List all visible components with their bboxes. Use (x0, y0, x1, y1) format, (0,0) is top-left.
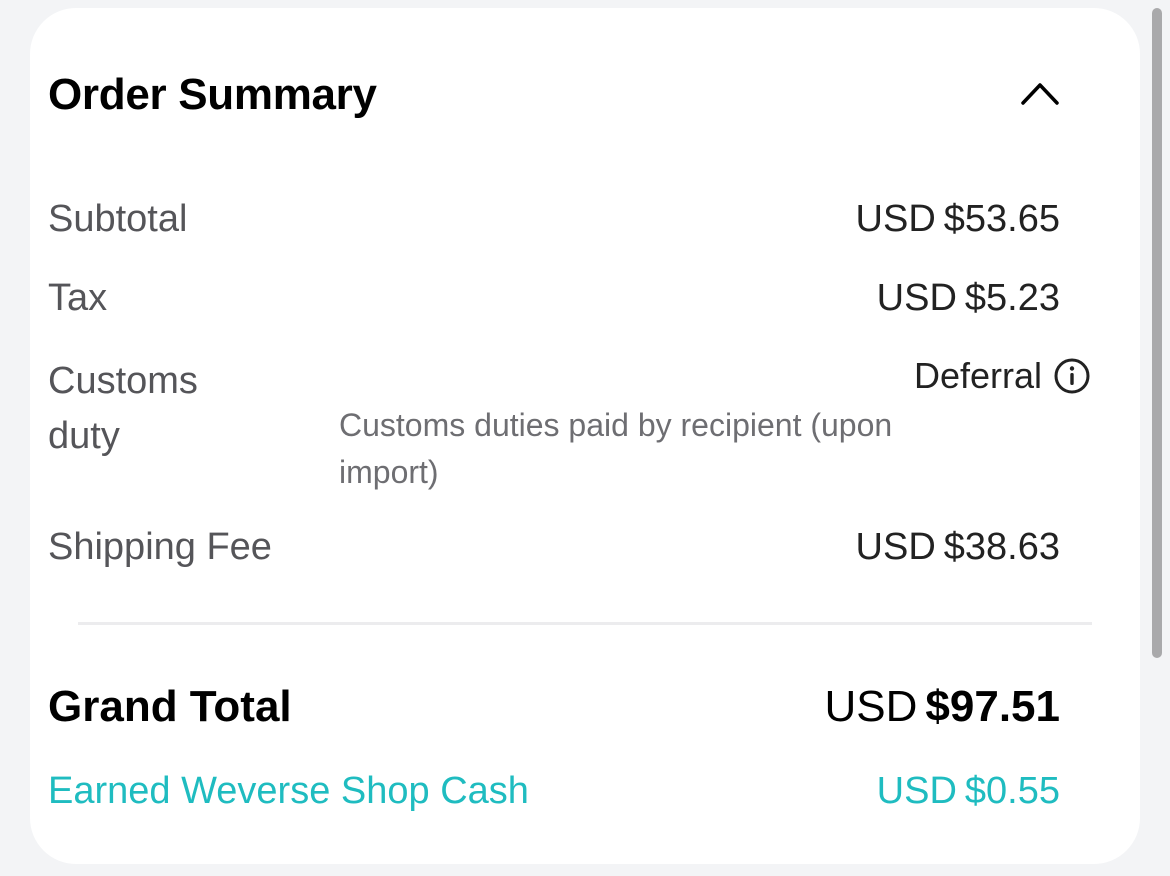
subtotal-value: USD $53.65 (856, 198, 1060, 241)
grand-total-value: USD $97.51 (825, 682, 1060, 732)
customs-deferral-text: Deferral (913, 355, 1042, 396)
chevron-up-icon[interactable] (1020, 80, 1060, 106)
customs-duty-label: Customs duty (48, 360, 198, 457)
grand-total-amount: $97.51 (925, 682, 1060, 731)
tax-value: USD $5.23 (877, 277, 1060, 320)
order-summary-header[interactable]: Order Summary (48, 70, 1060, 130)
shipping-amount: $38.63 (943, 526, 1060, 568)
shop-cash-value: USD $0.55 (877, 770, 1060, 813)
tax-currency: USD (876, 277, 957, 319)
shop-cash-amount: $0.55 (964, 770, 1060, 812)
grand-total-currency: USD (824, 682, 918, 731)
customs-duty-value[interactable]: Deferral (914, 355, 1090, 397)
subtotal-label: Subtotal (48, 198, 188, 240)
shipping-currency: USD (855, 526, 936, 568)
shop-cash-currency: USD (876, 770, 957, 812)
divider (78, 622, 1092, 625)
shipping-value: USD $38.63 (856, 526, 1060, 569)
subtotal-currency: USD (855, 198, 936, 240)
scrollbar[interactable] (1152, 8, 1162, 658)
shop-cash-label: Earned Weverse Shop Cash (48, 770, 529, 812)
grand-total-label: Grand Total (48, 682, 292, 731)
info-icon[interactable] (1054, 358, 1090, 394)
order-summary-title: Order Summary (48, 70, 377, 119)
shipping-label: Shipping Fee (48, 526, 272, 568)
tax-amount: $5.23 (964, 277, 1060, 319)
tax-label: Tax (48, 277, 108, 319)
customs-duty-note: Customs duties paid by recipient (upon i… (339, 407, 893, 490)
subtotal-amount: $53.65 (943, 198, 1060, 240)
